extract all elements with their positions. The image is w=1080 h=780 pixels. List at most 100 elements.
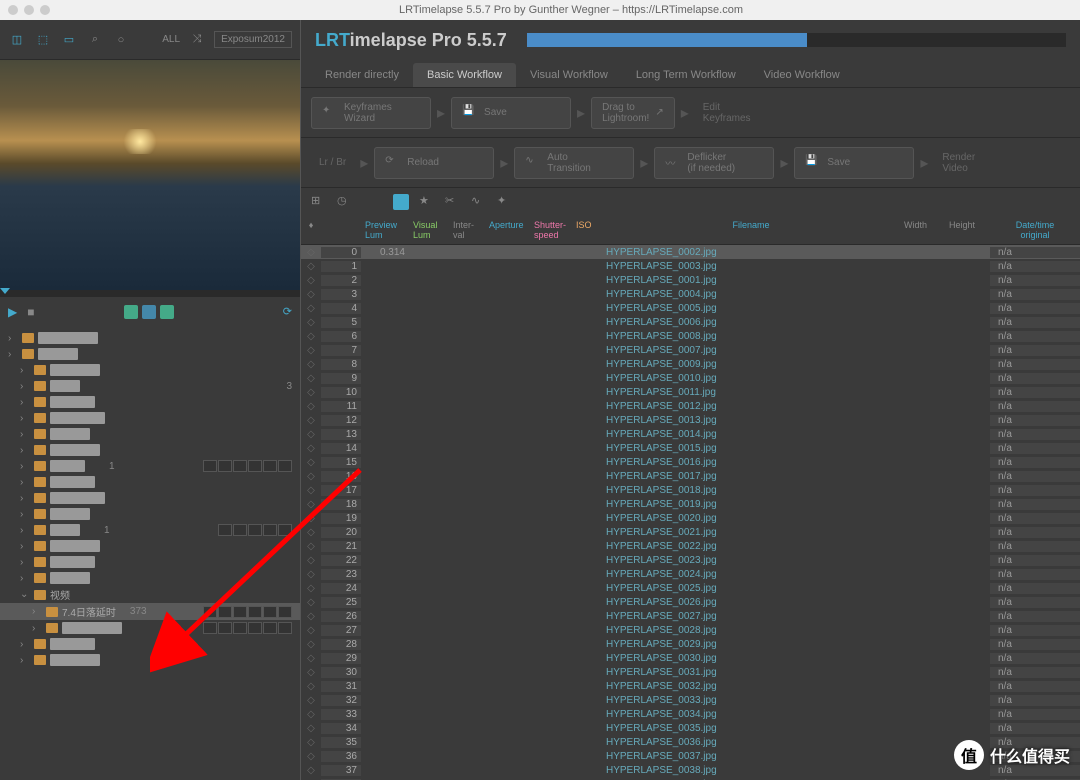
table-row[interactable]: ◇7HYPERLAPSE_0007.jpgn/a (301, 343, 1080, 357)
folder-item[interactable]: › (0, 490, 300, 506)
tab-long-term-workflow[interactable]: Long Term Workflow (622, 63, 750, 87)
crop-icon[interactable]: ◫ (8, 31, 26, 49)
table-row[interactable]: ◇12HYPERLAPSE_0013.jpgn/a (301, 413, 1080, 427)
table-row[interactable]: ◇20HYPERLAPSE_0021.jpgn/a (301, 525, 1080, 539)
shuffle-icon[interactable]: ⤨ (188, 31, 206, 49)
th-visual-lum[interactable]: Visual Lum (409, 218, 449, 242)
clock-icon[interactable]: ◷ (337, 194, 353, 210)
scrubber[interactable] (0, 290, 300, 296)
th-width[interactable]: Width (900, 218, 945, 242)
folder-item[interactable]: › (0, 394, 300, 410)
folder-item[interactable]: › (0, 426, 300, 442)
folder-item[interactable]: › (0, 506, 300, 522)
folder-item[interactable]: ›1 (0, 458, 300, 474)
table-row[interactable]: ◇24HYPERLAPSE_0025.jpgn/a (301, 581, 1080, 595)
folder-item[interactable]: › (0, 330, 300, 346)
table-row[interactable]: ◇33HYPERLAPSE_0034.jpgn/a (301, 707, 1080, 721)
table-row[interactable]: ◇23HYPERLAPSE_0024.jpgn/a (301, 567, 1080, 581)
tab-render-directly[interactable]: Render directly (311, 63, 413, 87)
folder-selected[interactable]: ›7.4日落延时373 (0, 603, 300, 620)
tab-basic-workflow[interactable]: Basic Workflow (413, 63, 516, 87)
compare-icon-1[interactable] (124, 305, 138, 319)
play-button[interactable]: ▶ (8, 305, 17, 319)
table-row[interactable]: ◇17HYPERLAPSE_0018.jpgn/a (301, 483, 1080, 497)
th-shutter[interactable]: Shutter- speed (530, 218, 572, 242)
folder-item[interactable]: › (0, 474, 300, 490)
th-preview-lum[interactable]: Preview Lum (361, 218, 409, 242)
folder-item[interactable]: › (0, 362, 300, 378)
save-button-2[interactable]: 💾Save (794, 147, 914, 179)
th-filename[interactable]: Filename (602, 218, 900, 242)
folder-item[interactable]: › (0, 410, 300, 426)
table-row[interactable]: ◇1HYPERLAPSE_0003.jpgn/a (301, 259, 1080, 273)
folder-item[interactable]: ›3 (0, 378, 300, 394)
flag-icon[interactable] (393, 194, 409, 210)
table-row[interactable]: ◇28HYPERLAPSE_0029.jpgn/a (301, 637, 1080, 651)
search-icon[interactable]: ⌕ (86, 31, 104, 49)
scissors-icon[interactable]: ✂ (445, 194, 461, 210)
table-row[interactable]: ◇2HYPERLAPSE_0001.jpgn/a (301, 273, 1080, 287)
maximize-dot[interactable] (40, 5, 50, 15)
folder-tree[interactable]: ››››3›››››1››››1›››⌄视频›7.4日落延时373››› (0, 326, 300, 780)
th-index[interactable] (321, 218, 361, 242)
table-row[interactable]: ◇16HYPERLAPSE_0017.jpgn/a (301, 469, 1080, 483)
table-row[interactable]: ◇30HYPERLAPSE_0031.jpgn/a (301, 665, 1080, 679)
table-row[interactable]: ◇6HYPERLAPSE_0008.jpgn/a (301, 329, 1080, 343)
table-row[interactable]: ◇5HYPERLAPSE_0006.jpgn/a (301, 315, 1080, 329)
table-row[interactable]: ◇22HYPERLAPSE_0023.jpgn/a (301, 553, 1080, 567)
folder-item[interactable]: › (0, 620, 300, 636)
folder-item[interactable]: › (0, 538, 300, 554)
table-row[interactable]: ◇9HYPERLAPSE_0010.jpgn/a (301, 371, 1080, 385)
all-label[interactable]: ALL (162, 34, 180, 45)
keyframes-wizard-button[interactable]: ✦Keyframes Wizard (311, 97, 431, 129)
th-datetime[interactable]: Date/time original (990, 218, 1080, 242)
th-iso[interactable]: ISO (572, 218, 602, 242)
tab-video-workflow[interactable]: Video Workflow (750, 63, 854, 87)
th-interval[interactable]: Inter- val (449, 218, 485, 242)
refresh-icon[interactable]: ⟳ (283, 305, 292, 318)
folder-item[interactable]: › (0, 346, 300, 362)
stop-button[interactable]: ■ (27, 305, 34, 319)
table-row[interactable]: ◇29HYPERLAPSE_0030.jpgn/a (301, 651, 1080, 665)
compare-icon-3[interactable] (160, 305, 174, 319)
wand-icon[interactable]: ✦ (497, 194, 513, 210)
th-keyframe[interactable]: ♦ (301, 218, 321, 242)
star-icon[interactable]: ★ (419, 194, 435, 210)
close-dot[interactable] (8, 5, 18, 15)
table-row[interactable]: ◇00.314HYPERLAPSE_0002.jpgn/a (301, 245, 1080, 259)
grid-icon[interactable]: ⊞ (311, 194, 327, 210)
table-row[interactable]: ◇14HYPERLAPSE_0015.jpgn/a (301, 441, 1080, 455)
marquee-icon[interactable]: ⬚ (34, 31, 52, 49)
save-button-1[interactable]: 💾Save (451, 97, 571, 129)
table-row[interactable]: ◇25HYPERLAPSE_0026.jpgn/a (301, 595, 1080, 609)
table-row[interactable]: ◇34HYPERLAPSE_0035.jpgn/a (301, 721, 1080, 735)
table-row[interactable]: ◇26HYPERLAPSE_0027.jpgn/a (301, 609, 1080, 623)
folder-video[interactable]: ⌄视频 (0, 586, 300, 603)
scrubber-handle[interactable] (0, 288, 10, 294)
table-row[interactable]: ◇11HYPERLAPSE_0012.jpgn/a (301, 399, 1080, 413)
table-row[interactable]: ◇8HYPERLAPSE_0009.jpgn/a (301, 357, 1080, 371)
table-row[interactable]: ◇3HYPERLAPSE_0004.jpgn/a (301, 287, 1080, 301)
table-row[interactable]: ◇15HYPERLAPSE_0016.jpgn/a (301, 455, 1080, 469)
folder-item[interactable]: › (0, 636, 300, 652)
folder-item[interactable]: › (0, 570, 300, 586)
drag-lightroom-button[interactable]: Drag to Lightroom!↗ (591, 97, 675, 129)
image-icon[interactable]: ▭ (60, 31, 78, 49)
table-row[interactable]: ◇4HYPERLAPSE_0005.jpgn/a (301, 301, 1080, 315)
folder-item[interactable]: › (0, 554, 300, 570)
th-aperture[interactable]: Aperture (485, 218, 530, 242)
folder-item[interactable]: ›1 (0, 522, 300, 538)
table-row[interactable]: ◇13HYPERLAPSE_0014.jpgn/a (301, 427, 1080, 441)
table-row[interactable]: ◇19HYPERLAPSE_0020.jpgn/a (301, 511, 1080, 525)
table-body[interactable]: ◇00.314HYPERLAPSE_0002.jpgn/a◇1HYPERLAPS… (301, 245, 1080, 780)
reload-button[interactable]: ⟳Reload (374, 147, 494, 179)
table-row[interactable]: ◇18HYPERLAPSE_0019.jpgn/a (301, 497, 1080, 511)
table-row[interactable]: ◇32HYPERLAPSE_0033.jpgn/a (301, 693, 1080, 707)
auto-transition-button[interactable]: ∿Auto Transition (514, 147, 634, 179)
folder-item[interactable]: › (0, 442, 300, 458)
th-height[interactable]: Height (945, 218, 990, 242)
folder-item[interactable]: › (0, 652, 300, 668)
deflicker-button[interactable]: 〰Deflicker (if needed) (654, 147, 774, 179)
table-row[interactable]: ◇31HYPERLAPSE_0032.jpgn/a (301, 679, 1080, 693)
table-row[interactable]: ◇10HYPERLAPSE_0011.jpgn/a (301, 385, 1080, 399)
